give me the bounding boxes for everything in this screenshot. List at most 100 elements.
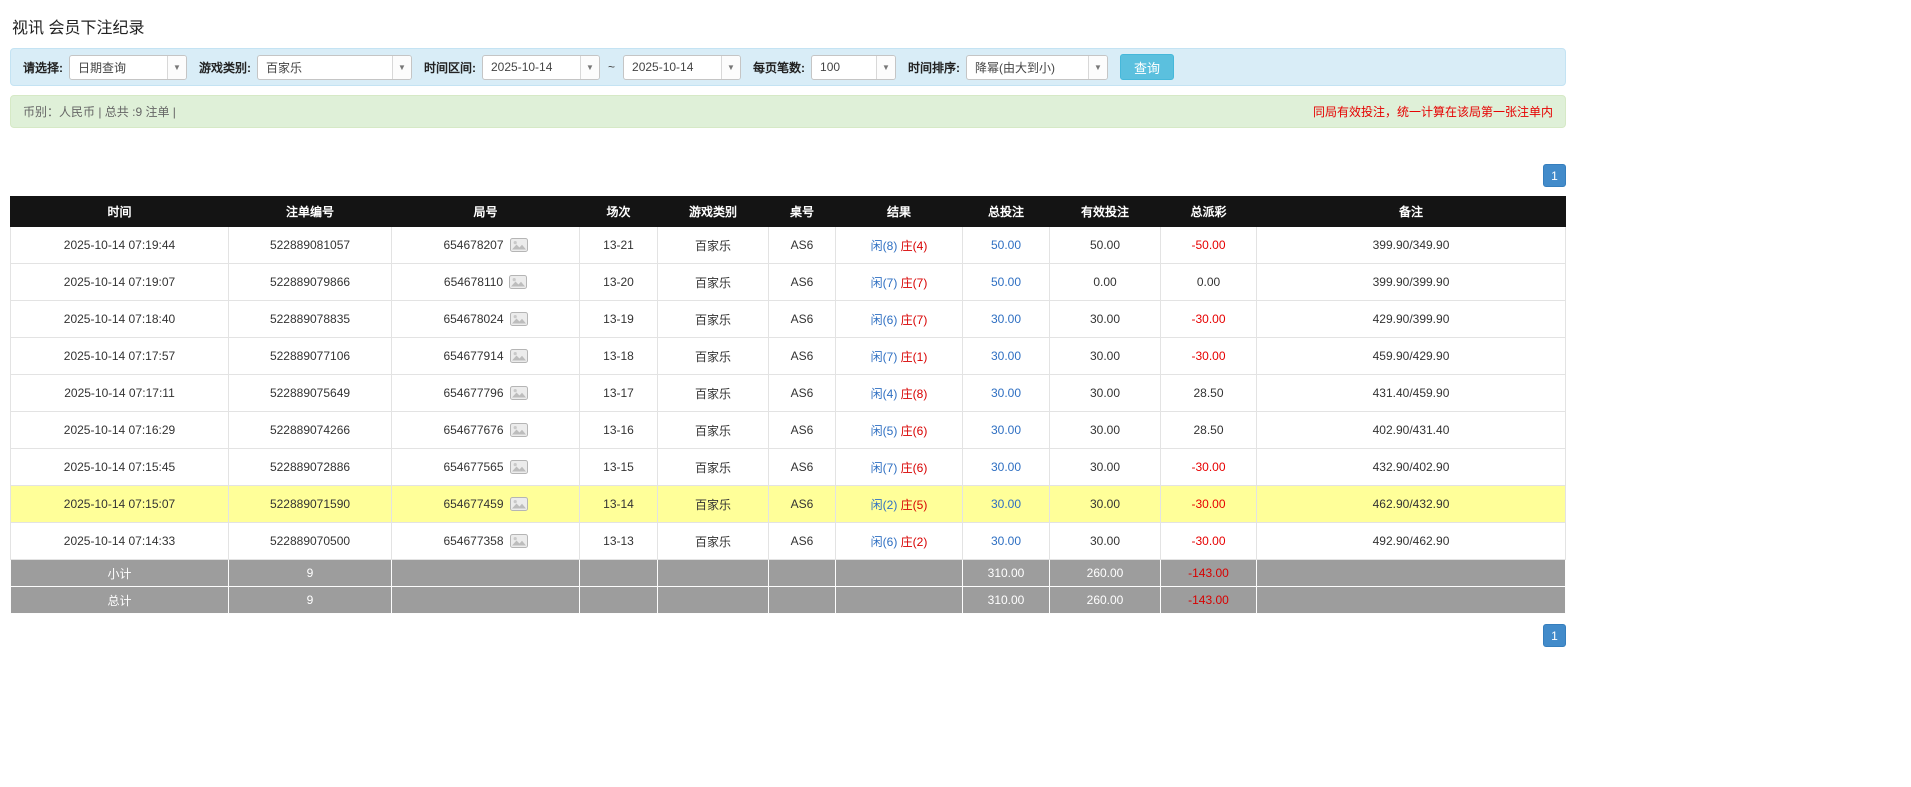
video-replay-icon[interactable] [510,497,528,511]
result-banker-link[interactable]: 庄(1) [901,350,928,364]
cell-time: 2025-10-14 07:15:45 [11,449,229,486]
query-type-label: 请选择: [23,59,63,76]
video-replay-icon[interactable] [509,275,527,289]
result-banker-link[interactable]: 庄(7) [901,276,928,290]
date-from-select[interactable]: 2025-10-14 ▼ [482,55,600,80]
date-to-select[interactable]: 2025-10-14 ▼ [623,55,741,80]
column-header: 有效投注 [1050,197,1161,227]
page-number-button[interactable]: 1 [1543,624,1566,647]
result-player-link[interactable]: 闲(7) [871,276,898,290]
cell-valid-bet: 0.00 [1050,264,1161,301]
total-bet-link[interactable]: 30.00 [991,497,1021,511]
result-banker-link[interactable]: 庄(6) [901,424,928,438]
video-replay-icon[interactable] [510,238,528,252]
video-replay-icon[interactable] [510,460,528,474]
column-header: 桌号 [769,197,836,227]
chevron-down-icon[interactable]: ▼ [1088,56,1107,79]
cell-result: 闲(7) 庄(1) [836,338,963,375]
cell-note: 399.90/399.90 [1257,264,1566,301]
result-player-link[interactable]: 闲(8) [871,239,898,253]
page-number-button[interactable]: 1 [1543,164,1566,187]
cell-round: 654677459 [392,486,580,523]
cell-bet-id: 522889074266 [229,412,392,449]
cell-valid-bet: 30.00 [1050,375,1161,412]
chevron-down-icon[interactable]: ▼ [876,56,895,79]
column-header: 备注 [1257,197,1566,227]
result-banker-link[interactable]: 庄(6) [901,461,928,475]
cell-note: 432.90/402.90 [1257,449,1566,486]
video-replay-icon[interactable] [510,534,528,548]
cell-bet-id: 522889075649 [229,375,392,412]
result-player-link[interactable]: 闲(5) [871,424,898,438]
round-number: 654677914 [443,349,503,363]
total-bet-link[interactable]: 50.00 [991,238,1021,252]
filter-bar: 请选择: 日期查询 ▼ 游戏类别: 百家乐 ▼ 时间区间: 2025-10-14… [10,48,1566,86]
cell-result: 闲(8) 庄(4) [836,227,963,264]
total-bet-link[interactable]: 30.00 [991,349,1021,363]
result-player-link[interactable]: 闲(2) [871,498,898,512]
result-banker-link[interactable]: 庄(8) [901,387,928,401]
video-replay-icon[interactable] [510,349,528,363]
video-replay-icon[interactable] [510,312,528,326]
result-player-link[interactable]: 闲(4) [871,387,898,401]
result-player-link[interactable]: 闲(6) [871,535,898,549]
cell-table-no: AS6 [769,375,836,412]
table-header-row: 时间注单编号局号场次游戏类别桌号结果总投注有效投注总派彩备注 [11,197,1566,227]
bet-record-row: 2025-10-14 07:15:07522889071590654677459… [11,486,1566,523]
summary-empty-cell [769,560,836,587]
chevron-down-icon[interactable]: ▼ [580,56,599,79]
total-bet-link[interactable]: 30.00 [991,386,1021,400]
cell-round: 654678207 [392,227,580,264]
currency-total-info: 币别：人民币 | 总共 :9 注单 | [23,103,176,120]
page-size-select[interactable]: 100 ▼ [811,55,896,80]
chevron-down-icon[interactable]: ▼ [721,56,740,79]
summary-label: 小计 [11,560,229,587]
round-number: 654677358 [443,534,503,548]
round-number: 654677459 [443,497,503,511]
result-player-link[interactable]: 闲(6) [871,313,898,327]
cell-valid-bet: 50.00 [1050,227,1161,264]
game-type-select[interactable]: 百家乐 ▼ [257,55,412,80]
result-player-link[interactable]: 闲(7) [871,461,898,475]
cell-payout: 28.50 [1161,375,1257,412]
total-bet-link[interactable]: 50.00 [991,275,1021,289]
result-banker-link[interactable]: 庄(5) [901,498,928,512]
round-number: 654678110 [444,275,503,289]
total-bet-link[interactable]: 30.00 [991,460,1021,474]
result-player-link[interactable]: 闲(7) [871,350,898,364]
pagination-top: 1 [10,164,1566,187]
summary-valid-bet: 260.00 [1050,560,1161,587]
sort-order-select[interactable]: 降幂(由大到小) ▼ [966,55,1108,80]
query-type-select[interactable]: 日期查询 ▼ [69,55,187,80]
total-bet-link[interactable]: 30.00 [991,423,1021,437]
chevron-down-icon[interactable]: ▼ [392,56,411,79]
chevron-down-icon[interactable]: ▼ [167,56,186,79]
total-bet-link[interactable]: 30.00 [991,534,1021,548]
cell-total-bet: 30.00 [963,486,1050,523]
cell-result: 闲(2) 庄(5) [836,486,963,523]
summary-count: 9 [229,560,392,587]
cell-game-type: 百家乐 [658,264,769,301]
video-replay-icon[interactable] [510,386,528,400]
cell-total-bet: 30.00 [963,523,1050,560]
summary-empty-cell [392,560,580,587]
game-type-label: 游戏类别: [199,59,251,76]
result-banker-link[interactable]: 庄(2) [901,535,928,549]
bet-record-row: 2025-10-14 07:15:45522889072886654677565… [11,449,1566,486]
summary-bar: 币别：人民币 | 总共 :9 注单 | 同局有效投注，统一计算在该局第一张注单内 [10,95,1566,128]
total-bet-link[interactable]: 30.00 [991,312,1021,326]
cell-payout: 28.50 [1161,412,1257,449]
cell-game-type: 百家乐 [658,486,769,523]
search-button[interactable]: 查询 [1120,54,1174,80]
column-header: 总投注 [963,197,1050,227]
bet-calculation-notice: 同局有效投注，统一计算在该局第一张注单内 [1313,103,1553,120]
column-header: 局号 [392,197,580,227]
bet-record-row: 2025-10-14 07:19:07522889079866654678110… [11,264,1566,301]
result-banker-link[interactable]: 庄(4) [901,239,928,253]
cell-payout: -30.00 [1161,449,1257,486]
video-replay-icon[interactable] [510,423,528,437]
result-banker-link[interactable]: 庄(7) [901,313,928,327]
date-range-label: 时间区间: [424,59,476,76]
cell-note: 429.90/399.90 [1257,301,1566,338]
cell-time: 2025-10-14 07:17:57 [11,338,229,375]
